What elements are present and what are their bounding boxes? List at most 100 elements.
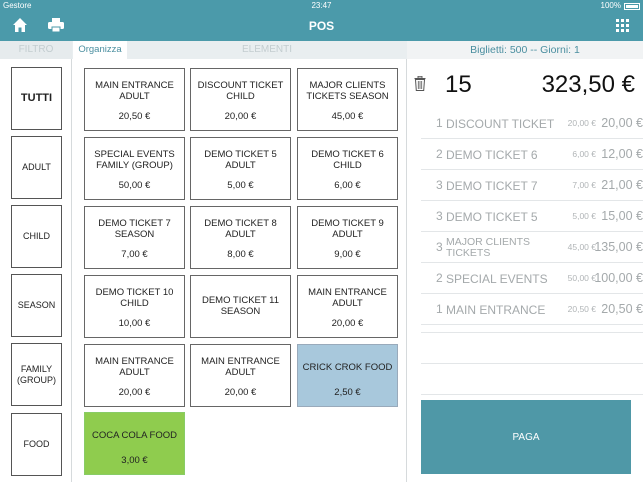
app-header: Gestore 23:47 100% POS: [0, 0, 643, 41]
item-name: DEMO TICKET 8 ADULT: [204, 218, 277, 240]
cart-line-name: DEMO TICKET 7: [446, 178, 538, 193]
cart-line[interactable]: 3 MAJOR CLIENTS TICKETS 45,00 € 135,00 €: [421, 232, 643, 263]
cart-line[interactable]: 3 DEMO TICKET 5 5,00 € 15,00 €: [421, 201, 643, 232]
filter-season-button[interactable]: SEASON: [11, 274, 62, 337]
filter-adult-button[interactable]: ADULT: [11, 136, 62, 199]
cart-line-unit-price: 50,00 €: [567, 273, 596, 283]
cart-line-total: 12,00 €: [601, 147, 643, 161]
cart-line-name: MAIN ENTRANCE: [446, 302, 546, 317]
item-tile[interactable]: DISCOUNT TICKET CHILD 20,00 €: [190, 68, 291, 131]
clear-cart-button[interactable]: [414, 75, 426, 91]
cart-line-unit-price: 7,00 €: [572, 180, 596, 190]
item-price: 5,00 €: [227, 180, 254, 191]
filter-all-button[interactable]: TUTTI: [11, 67, 62, 130]
tab-elements[interactable]: ELEMENTI: [128, 41, 406, 59]
cart-line-unit-price: 20,00 €: [567, 118, 596, 128]
apps-grid-button[interactable]: [616, 19, 629, 32]
item-name: SPECIAL EVENTS FAMILY (GROUP): [94, 149, 175, 171]
item-name: DEMO TICKET 5 ADULT: [204, 149, 277, 171]
cart-line-name: SPECIAL EVENTS: [446, 271, 548, 286]
item-price: 8,00 €: [227, 249, 254, 260]
item-price: 2,50 €: [334, 387, 361, 398]
cart-line[interactable]: 1 DISCOUNT TICKET 20,00 € 20,00 €: [421, 108, 643, 139]
item-name: MAJOR CLIENTS TICKETS SEASON: [306, 80, 389, 102]
item-name: COCA COLA FOOD: [92, 429, 177, 441]
item-tile[interactable]: DEMO TICKET 8 ADULT 8,00 €: [190, 206, 291, 269]
cart-line-qty: 3: [436, 178, 443, 192]
item-tile[interactable]: DEMO TICKET 7 SEASON 7,00 €: [84, 206, 185, 269]
item-tile[interactable]: MAJOR CLIENTS TICKETS SEASON 45,00 €: [297, 68, 398, 131]
home-button[interactable]: [12, 17, 28, 33]
cart-line-total: 100,00 €: [594, 271, 643, 285]
cart-line[interactable]: 2 SPECIAL EVENTS 50,00 € 100,00 €: [421, 263, 643, 294]
item-name: DEMO TICKET 11 SEASON: [201, 295, 280, 317]
item-tile[interactable]: DEMO TICKET 11 SEASON: [190, 275, 291, 338]
item-price: 7,00 €: [121, 249, 148, 260]
item-name: MAIN ENTRANCE ADULT: [308, 287, 387, 309]
cart-line-qty: 2: [436, 147, 443, 161]
item-tile[interactable]: SPECIAL EVENTS FAMILY (GROUP) 50,00 €: [84, 137, 185, 200]
item-price: 20,00 €: [224, 387, 257, 398]
home-icon: [13, 18, 27, 32]
printer-icon: [48, 18, 64, 33]
item-tile[interactable]: MAIN ENTRANCE ADULT 20,00 €: [190, 344, 291, 407]
sub-header: FILTRO Organizza ELEMENTI Biglietti: 500…: [0, 41, 643, 59]
cart-line[interactable]: 2 DEMO TICKET 6 6,00 € 12,00 €: [421, 139, 643, 170]
item-tile[interactable]: DEMO TICKET 6 CHILD 6,00 €: [297, 137, 398, 200]
cart-quantity: 15: [445, 71, 472, 98]
item-price: 20,00 €: [224, 111, 257, 122]
item-tile[interactable]: CRICK CROK FOOD 2,50 €: [297, 344, 398, 407]
item-tile[interactable]: MAIN ENTRANCE ADULT 20,00 €: [84, 344, 185, 407]
item-tile[interactable]: MAIN ENTRANCE ADULT 20,00 €: [297, 275, 398, 338]
cart-line-total: 15,00 €: [601, 209, 643, 223]
organize-button[interactable]: Organizza: [73, 41, 127, 59]
item-name: DEMO TICKET 10 CHILD: [95, 287, 174, 309]
print-button[interactable]: [48, 18, 64, 33]
cart-line-name: DISCOUNT TICKET: [446, 116, 555, 131]
cart-line-qty: 1: [436, 116, 443, 130]
filter-column: TUTTI ADULT CHILD SEASON FAMILY (GROUP) …: [0, 59, 72, 482]
item-name: MAIN ENTRANCE ADULT: [201, 356, 280, 378]
item-price: 6,00 €: [334, 180, 361, 191]
status-bar: Gestore 23:47 100%: [0, 0, 643, 12]
battery-icon: [624, 2, 640, 10]
cart-line[interactable]: 1 MAIN ENTRANCE 20,50 € 20,50 €: [421, 294, 643, 325]
filter-food-button[interactable]: FOOD: [11, 413, 62, 476]
clock-label: 23:47: [311, 1, 332, 10]
pay-button[interactable]: PAGA: [421, 400, 631, 474]
filter-family-group-button[interactable]: FAMILY (GROUP): [11, 343, 62, 406]
cart-line-qty: 3: [436, 209, 443, 223]
item-price: 9,00 €: [334, 249, 361, 260]
cart-empty-area: [421, 332, 643, 395]
cart-line-unit-price: 45,00 €: [567, 242, 596, 252]
cart-line-name: DEMO TICKET 6: [446, 147, 538, 162]
cart-line-unit-price: 20,50 €: [567, 304, 596, 314]
tab-filter[interactable]: FILTRO: [0, 41, 72, 59]
item-name: DEMO TICKET 6 CHILD: [311, 149, 384, 171]
cart-line-qty: 3: [436, 240, 443, 254]
cart-line-qty: 1: [436, 302, 443, 316]
battery-indicator: 100%: [601, 0, 640, 12]
cart-line-total: 20,50 €: [601, 302, 643, 316]
cart-line-name: DEMO TICKET 5: [446, 209, 538, 224]
cart-line-total: 20,00 €: [601, 116, 643, 130]
item-tile[interactable]: DEMO TICKET 10 CHILD 10,00 €: [84, 275, 185, 338]
item-price: 10,00 €: [118, 318, 151, 329]
filter-child-button[interactable]: CHILD: [11, 205, 62, 268]
item-tile[interactable]: DEMO TICKET 9 ADULT 9,00 €: [297, 206, 398, 269]
item-price: 20,00 €: [118, 387, 151, 398]
item-tile[interactable]: DEMO TICKET 5 ADULT 5,00 €: [190, 137, 291, 200]
item-price: 3,00 €: [121, 455, 148, 466]
item-tile[interactable]: MAIN ENTRANCE ADULT 20,50 €: [84, 68, 185, 131]
cart-line[interactable]: 3 DEMO TICKET 7 7,00 € 21,00 €: [421, 170, 643, 201]
cart-line-total: 135,00 €: [594, 240, 643, 254]
battery-percent: 100%: [600, 1, 621, 10]
item-name: DEMO TICKET 7 SEASON: [98, 218, 171, 240]
cart-line-total: 21,00 €: [601, 178, 643, 192]
item-name: CRICK CROK FOOD: [302, 361, 393, 373]
item-price: 20,00 €: [331, 318, 364, 329]
item-price: 50,00 €: [118, 180, 151, 191]
tickets-summary: Biglietti: 500 -- Giorni: 1: [407, 41, 643, 59]
item-tile[interactable]: COCA COLA FOOD 3,00 €: [84, 412, 185, 475]
cart-line-unit-price: 6,00 €: [572, 149, 596, 159]
